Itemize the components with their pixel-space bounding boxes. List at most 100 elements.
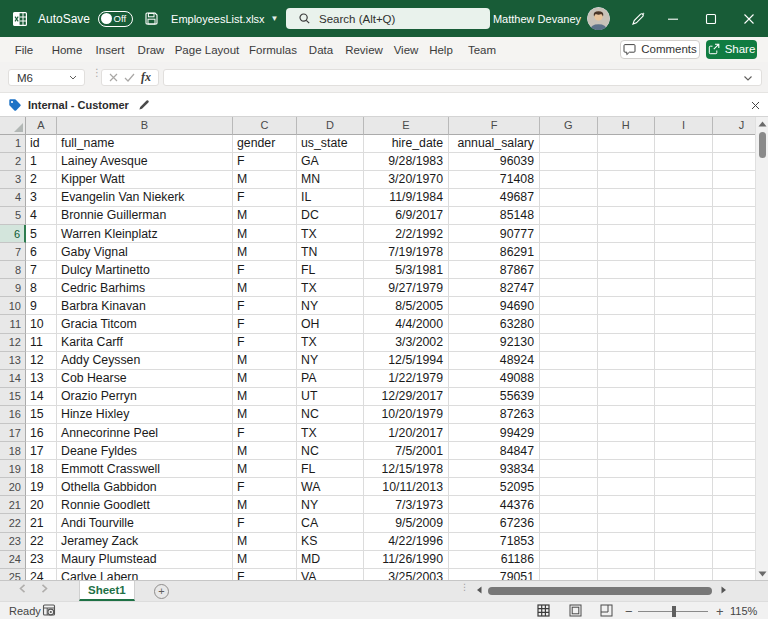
minimize-button[interactable]	[654, 0, 692, 37]
cell-J6[interactable]	[713, 225, 755, 243]
ribbon-tab-home[interactable]: Home	[52, 37, 83, 62]
cell-H15[interactable]	[598, 388, 656, 406]
cell-J7[interactable]	[713, 243, 755, 261]
cell-I21[interactable]	[655, 496, 713, 514]
zoom-level[interactable]: 115%	[730, 605, 757, 617]
cell-I2[interactable]	[655, 153, 713, 171]
enter-icon[interactable]	[124, 73, 135, 82]
cell-I10[interactable]	[655, 297, 713, 315]
cell-F7[interactable]: 86291	[449, 243, 540, 261]
cell-E9[interactable]: 9/27/1979	[364, 279, 449, 297]
cell-I13[interactable]	[655, 352, 713, 370]
cell-I3[interactable]	[655, 171, 713, 189]
cell-I1[interactable]	[655, 135, 713, 153]
cell-C7[interactable]: M	[233, 243, 297, 261]
cell-A5[interactable]: 4	[26, 207, 57, 225]
cell-H7[interactable]	[598, 243, 656, 261]
cell-H20[interactable]	[598, 478, 656, 496]
sheet-nav-right-arrow[interactable]	[41, 584, 48, 595]
ribbon-tab-team[interactable]: Team	[468, 37, 496, 62]
cell-C1[interactable]: gender	[233, 135, 297, 153]
cell-C22[interactable]: F	[233, 514, 297, 532]
cell-J19[interactable]	[713, 460, 755, 478]
cell-G3[interactable]	[540, 171, 598, 189]
formula-bar-splitter[interactable]: ⋮	[92, 71, 95, 84]
cell-E1[interactable]: hire_date	[364, 135, 449, 153]
cell-D19[interactable]: FL	[297, 460, 364, 478]
row-header-22[interactable]: 22	[0, 514, 26, 532]
cell-E11[interactable]: 4/4/2000	[364, 315, 449, 333]
cell-C6[interactable]: M	[233, 225, 297, 243]
column-header-C[interactable]: C	[233, 117, 297, 135]
cell-J8[interactable]	[713, 261, 755, 279]
cell-G12[interactable]	[540, 334, 598, 352]
vertical-scrollbar[interactable]	[755, 117, 768, 580]
scroll-up-arrow[interactable]	[756, 117, 768, 130]
cell-B22[interactable]: Andi Tourville	[57, 514, 233, 532]
column-header-G[interactable]: G	[540, 117, 598, 135]
cell-B11[interactable]: Gracia Titcom	[57, 315, 233, 333]
cell-I23[interactable]	[655, 533, 713, 551]
cell-C19[interactable]: M	[233, 460, 297, 478]
cell-A1[interactable]: id	[26, 135, 57, 153]
cell-C16[interactable]: M	[233, 406, 297, 424]
cell-I8[interactable]	[655, 261, 713, 279]
row-header-8[interactable]: 8	[0, 261, 26, 279]
cell-I14[interactable]	[655, 370, 713, 388]
cell-E22[interactable]: 9/5/2009	[364, 514, 449, 532]
cell-A8[interactable]: 7	[26, 261, 57, 279]
cell-E25[interactable]: 3/25/2003	[364, 569, 449, 580]
cell-J3[interactable]	[713, 171, 755, 189]
name-box[interactable]: M6	[8, 69, 85, 86]
cell-D25[interactable]: VA	[297, 569, 364, 580]
cell-A6[interactable]: 5	[26, 225, 57, 243]
cell-A18[interactable]: 17	[26, 442, 57, 460]
cell-J21[interactable]	[713, 496, 755, 514]
cell-G2[interactable]	[540, 153, 598, 171]
document-title-caret-icon[interactable]: ▼	[271, 14, 279, 23]
cell-H2[interactable]	[598, 153, 656, 171]
cell-I24[interactable]	[655, 551, 713, 569]
ribbon-tab-view[interactable]: View	[394, 37, 419, 62]
cell-A10[interactable]: 9	[26, 297, 57, 315]
cell-H19[interactable]	[598, 460, 656, 478]
cell-C11[interactable]: F	[233, 315, 297, 333]
cell-G22[interactable]	[540, 514, 598, 532]
maximize-button[interactable]	[692, 0, 730, 37]
cell-H8[interactable]	[598, 261, 656, 279]
cell-D9[interactable]: TX	[297, 279, 364, 297]
cell-H11[interactable]	[598, 315, 656, 333]
cell-F18[interactable]: 84847	[449, 442, 540, 460]
cell-G13[interactable]	[540, 352, 598, 370]
cell-G5[interactable]	[540, 207, 598, 225]
cell-B14[interactable]: Cob Hearse	[57, 370, 233, 388]
cell-C14[interactable]: M	[233, 370, 297, 388]
insert-function-icon[interactable]: fx	[141, 70, 151, 85]
cell-A22[interactable]: 21	[26, 514, 57, 532]
cell-H17[interactable]	[598, 424, 656, 442]
cell-C3[interactable]: M	[233, 171, 297, 189]
row-header-5[interactable]: 5	[0, 207, 26, 225]
row-header-18[interactable]: 18	[0, 442, 26, 460]
cell-G15[interactable]	[540, 388, 598, 406]
cell-F1[interactable]: annual_salary	[449, 135, 540, 153]
cell-F11[interactable]: 63280	[449, 315, 540, 333]
cell-D13[interactable]: NY	[297, 352, 364, 370]
cell-J13[interactable]	[713, 352, 755, 370]
cell-E6[interactable]: 2/2/1992	[364, 225, 449, 243]
column-header-E[interactable]: E	[364, 117, 449, 135]
sheet-tab-active[interactable]: Sheet1	[79, 581, 135, 601]
cell-E12[interactable]: 3/3/2002	[364, 334, 449, 352]
column-header-I[interactable]: I	[655, 117, 713, 135]
scroll-down-arrow[interactable]	[756, 567, 768, 580]
row-header-13[interactable]: 13	[0, 352, 26, 370]
cell-E4[interactable]: 11/9/1984	[364, 189, 449, 207]
cell-F4[interactable]: 49687	[449, 189, 540, 207]
cell-A16[interactable]: 15	[26, 406, 57, 424]
horizontal-scroll-splitter[interactable]: ⋮	[460, 585, 469, 589]
cell-E14[interactable]: 1/22/1979	[364, 370, 449, 388]
cell-H10[interactable]	[598, 297, 656, 315]
row-header-6[interactable]: 6	[0, 225, 26, 243]
cell-B23[interactable]: Jeramey Zack	[57, 533, 233, 551]
cell-C20[interactable]: F	[233, 478, 297, 496]
